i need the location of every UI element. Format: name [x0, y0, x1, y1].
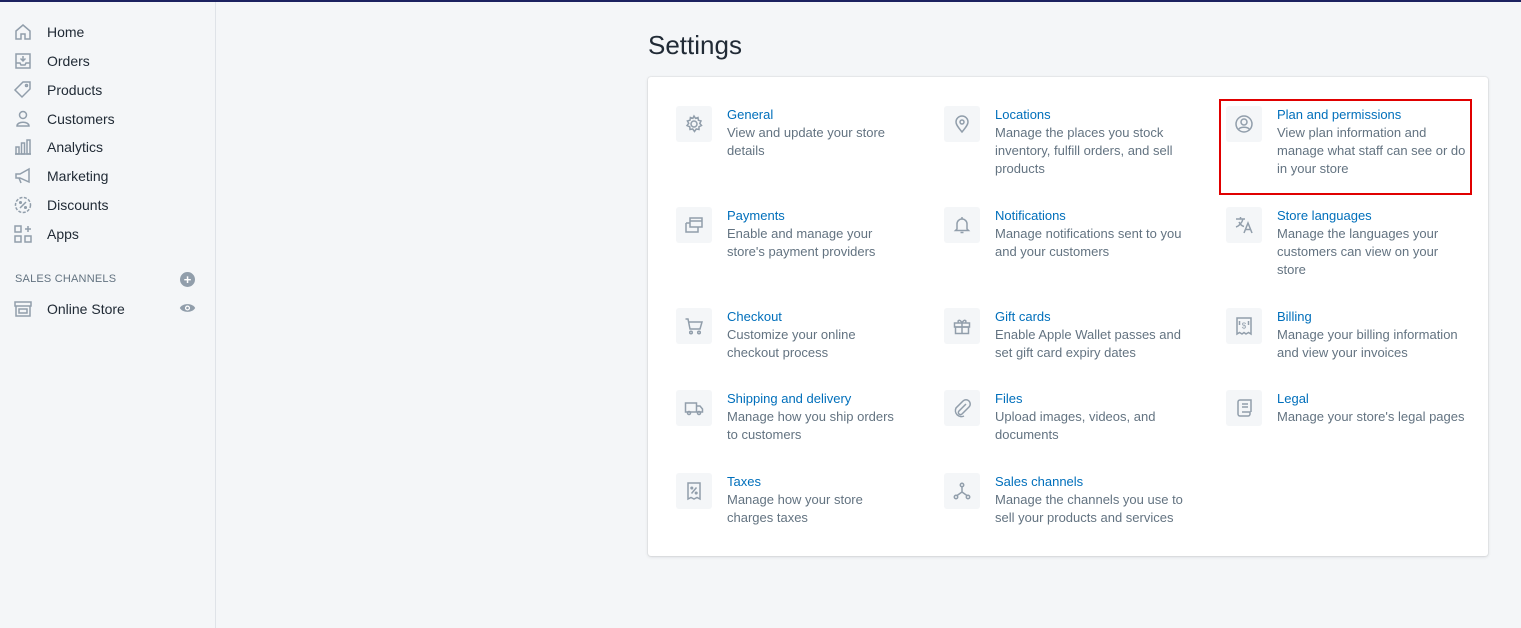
setting-description: View plan information and manage what st… [1277, 125, 1466, 176]
paperclip-icon [944, 390, 980, 426]
sidebar-item-products[interactable]: Products [0, 75, 215, 104]
bell-icon [944, 207, 980, 243]
store-icon [13, 299, 33, 319]
setting-description: Manage how you ship orders to customers [727, 409, 894, 442]
sales-channels-heading: SALES CHANNELS [15, 273, 117, 285]
location-pin-icon [944, 106, 980, 142]
svg-text:$: $ [1242, 322, 1247, 331]
taxes-icon [676, 473, 712, 509]
bar-chart-icon [13, 137, 33, 157]
apps-icon [13, 224, 33, 244]
setting-title: Taxes [727, 474, 761, 489]
setting-description: Manage how your store charges taxes [727, 492, 863, 525]
channels-icon [944, 473, 980, 509]
setting-title: Locations [995, 107, 1051, 122]
legal-icon [1226, 390, 1262, 426]
setting-description: Enable Apple Wallet passes and set gift … [995, 327, 1181, 360]
setting-title: Shipping and delivery [727, 391, 852, 406]
sidebar-item-marketing[interactable]: Marketing [0, 161, 215, 190]
truck-icon [676, 390, 712, 426]
setting-title: Notifications [995, 208, 1066, 223]
sidebar-item-label: Analytics [47, 138, 104, 155]
sidebar: Home Orders Products Customers Analytics… [0, 2, 216, 628]
gear-icon [676, 106, 712, 142]
gift-icon [944, 308, 980, 344]
sidebar-item-home[interactable]: Home [0, 17, 215, 46]
sidebar-item-label: Online Store [47, 300, 125, 317]
sidebar-item-label: Apps [47, 225, 79, 242]
setting-title: Sales channels [995, 474, 1084, 489]
sidebar-item-discounts[interactable]: Discounts [0, 190, 215, 219]
setting-description: Enable and manage your store's payment p… [727, 226, 876, 259]
billing-icon: $ [1226, 308, 1262, 344]
setting-title: Files [995, 391, 1023, 406]
eye-icon[interactable] [179, 302, 196, 314]
setting-title: General [727, 107, 774, 122]
translate-icon [1226, 207, 1262, 243]
top-accent-bar [0, 0, 1521, 2]
setting-title: Payments [727, 208, 785, 223]
setting-title: Legal [1277, 391, 1309, 406]
sidebar-item-customers[interactable]: Customers [0, 104, 215, 133]
setting-description: Manage your store's legal pages [1277, 409, 1465, 424]
person-icon [13, 109, 33, 129]
discount-icon [13, 195, 33, 215]
setting-description: Manage your billing information and view… [1277, 327, 1458, 360]
setting-description: Manage notifications sent to you and you… [995, 226, 1182, 259]
page-title: Settings [648, 30, 742, 60]
setting-description: Upload images, videos, and documents [995, 409, 1156, 442]
setting-title: Plan and permissions [1277, 107, 1402, 122]
setting-title: Billing [1277, 309, 1312, 324]
sidebar-item-label: Marketing [47, 167, 109, 184]
tag-icon [13, 80, 33, 100]
sidebar-item-apps[interactable]: Apps [0, 219, 215, 248]
sidebar-item-orders[interactable]: Orders [0, 46, 215, 75]
setting-title: Gift cards [995, 309, 1051, 324]
megaphone-icon [13, 166, 33, 186]
setting-title: Store languages [1277, 208, 1372, 223]
sidebar-item-analytics[interactable]: Analytics [0, 132, 215, 161]
user-circle-icon [1226, 106, 1262, 142]
home-icon [13, 22, 33, 42]
sidebar-item-label: Products [47, 81, 103, 98]
setting-description: Manage the languages your customers can … [1277, 226, 1439, 277]
payments-icon [676, 207, 712, 243]
setting-description: View and update your store details [727, 125, 886, 158]
setting-description: Manage the places you stock inventory, f… [995, 125, 1173, 176]
sidebar-item-label: Orders [47, 52, 90, 69]
add-sales-channel-icon[interactable]: + [180, 272, 195, 287]
sidebar-item-label: Discounts [47, 196, 109, 213]
settings-card: General View and update your store detai… [648, 77, 1488, 556]
setting-description: Customize your online checkout process [727, 327, 856, 360]
cart-icon [676, 308, 712, 344]
orders-icon [13, 51, 33, 71]
setting-title: Checkout [727, 309, 782, 324]
sidebar-item-label: Home [47, 23, 85, 40]
sidebar-item-label: Customers [47, 110, 115, 127]
setting-description: Manage the channels you use to sell your… [995, 492, 1183, 525]
